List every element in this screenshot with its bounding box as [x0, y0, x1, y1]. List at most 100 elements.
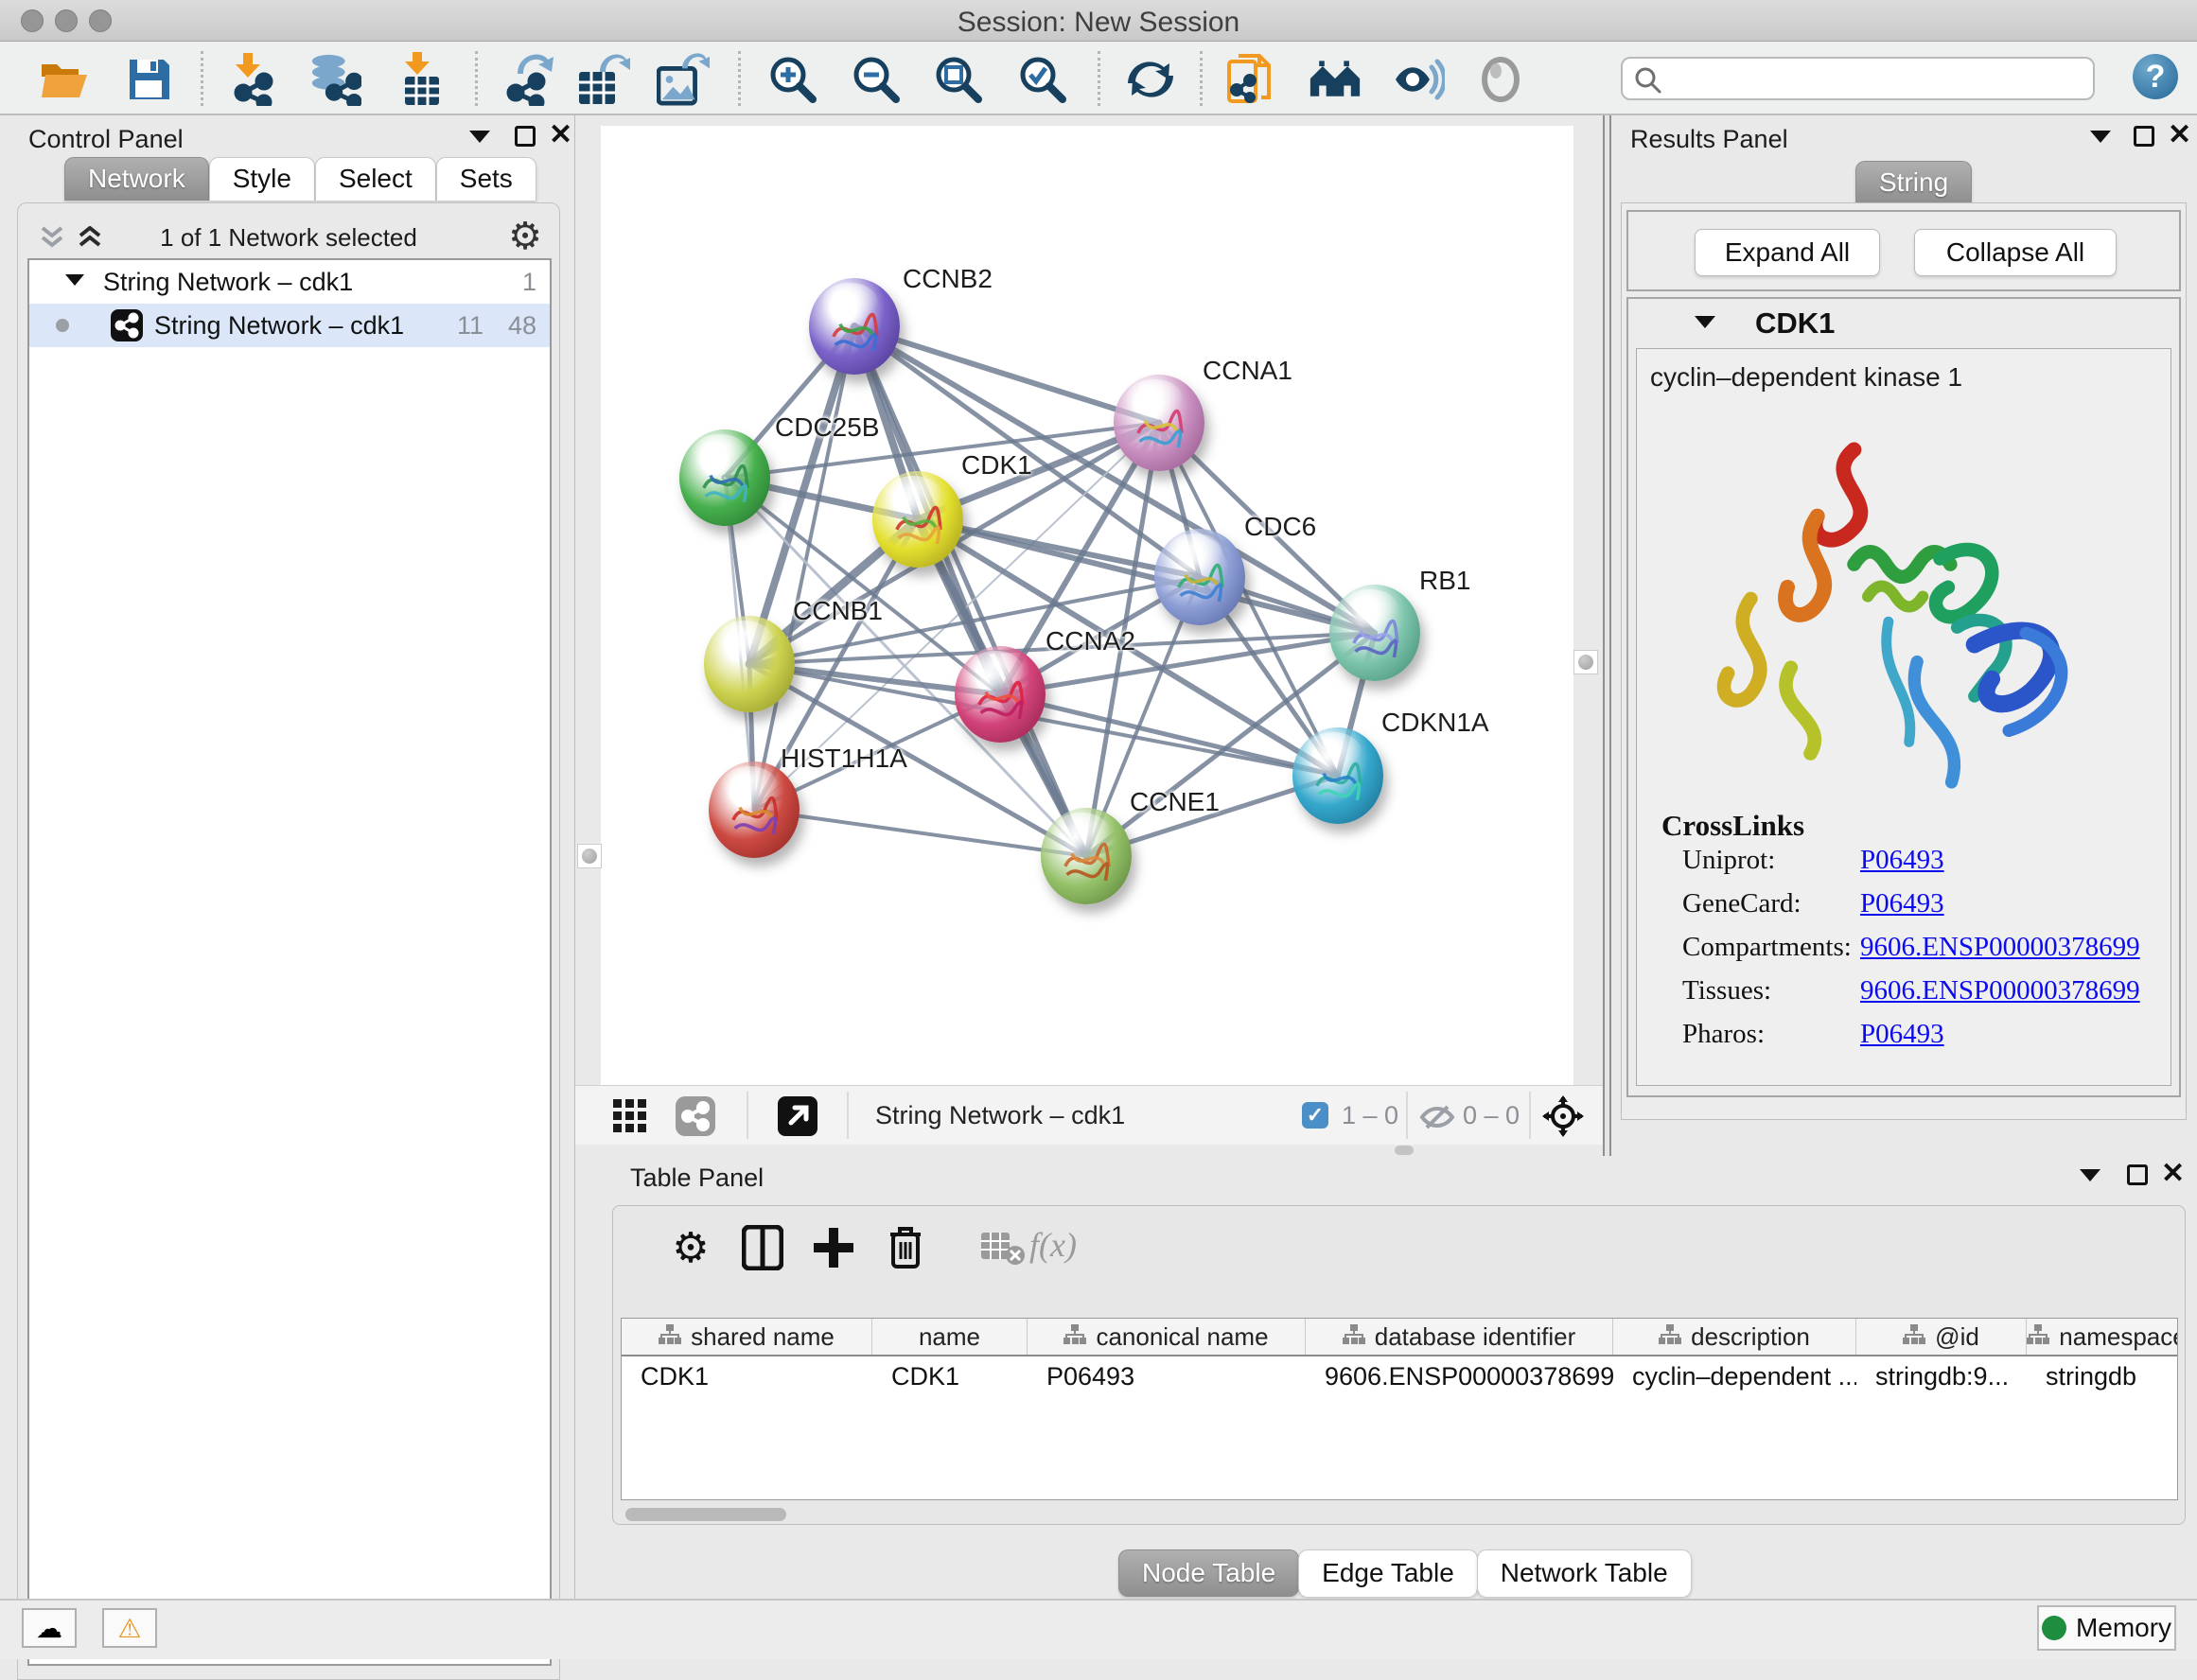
panel-float-icon[interactable] [2127, 1164, 2148, 1185]
column-header--id[interactable]: @id [1856, 1319, 2027, 1355]
node-label-CCNA1: CCNA1 [1203, 356, 1292, 386]
crosslink-link[interactable]: P06493 [1860, 1019, 1944, 1050]
node-RB1[interactable] [1329, 585, 1420, 681]
expand-all-button[interactable]: Expand All [1695, 229, 1880, 276]
tab-network-table[interactable]: Network Table [1477, 1549, 1692, 1597]
column-header-canonical-name[interactable]: canonical name [1028, 1319, 1306, 1355]
cell-description[interactable]: cyclin–dependent ... [1613, 1356, 1856, 1396]
selected-checkbox[interactable]: ✓ [1302, 1102, 1328, 1129]
panel-close-icon[interactable]: ✕ [549, 118, 572, 151]
node-CDC25B[interactable] [679, 429, 770, 526]
node-CDKN1A[interactable] [1292, 727, 1383, 824]
copy-share-icon[interactable] [1224, 53, 1277, 106]
warnings-button[interactable]: ⚠ [102, 1608, 157, 1648]
node-CDC6[interactable] [1154, 529, 1245, 625]
panel-collapse-icon[interactable] [2080, 1169, 2100, 1181]
node-CCNB2[interactable] [809, 278, 900, 375]
zoom-out-icon[interactable] [850, 53, 903, 106]
gear-icon[interactable]: ⚙ [508, 215, 542, 258]
column-header-description[interactable]: description [1613, 1319, 1856, 1355]
cloud-button[interactable]: ☁ [22, 1608, 77, 1648]
cell-name[interactable]: CDK1 [872, 1356, 1028, 1396]
hidden-eye-icon[interactable] [1419, 1103, 1455, 1131]
crosslink-link[interactable]: P06493 [1860, 888, 1944, 919]
crosslink-link[interactable]: 9606.ENSP00000378699 [1860, 932, 2140, 963]
edge-HIST1H1A-CCNE1[interactable] [754, 810, 1086, 856]
network-collection-row[interactable]: String Network – cdk1 1 [29, 260, 550, 304]
show-columns-icon[interactable] [738, 1223, 787, 1272]
grid-view-icon[interactable] [613, 1099, 647, 1133]
edge-CCNB2-CCNA1[interactable] [854, 326, 1159, 423]
import-network-icon[interactable] [229, 53, 282, 106]
results-panel-divider[interactable] [1603, 115, 1611, 1156]
node-HIST1H1A[interactable] [709, 761, 800, 858]
tab-string[interactable]: String [1855, 161, 1972, 204]
panel-float-icon[interactable] [515, 126, 536, 147]
tab-node-table[interactable]: Node Table [1118, 1549, 1299, 1597]
panel-collapse-icon[interactable] [469, 131, 490, 143]
export-table-icon[interactable] [577, 53, 630, 106]
help-button[interactable]: ? [2133, 54, 2178, 99]
cell-namespace[interactable]: stringdb [2027, 1356, 2178, 1396]
string-home-icon[interactable] [1309, 53, 1362, 106]
cell--id[interactable]: stringdb:9... [1856, 1356, 2027, 1396]
column-header-database-identifier[interactable]: database identifier [1306, 1319, 1613, 1355]
tab-network[interactable]: Network [64, 157, 209, 201]
export-image-icon[interactable] [657, 53, 710, 106]
left-splitter-handle[interactable] [577, 844, 602, 868]
refresh-icon[interactable] [1124, 53, 1177, 106]
tab-style[interactable]: Style [209, 157, 315, 201]
cell-canonical-name[interactable]: P06493 [1028, 1356, 1306, 1396]
import-table-icon[interactable] [395, 53, 448, 106]
network-row[interactable]: String Network – cdk1 11 48 [29, 304, 550, 347]
table-horizontal-scrollbar[interactable] [621, 1507, 2178, 1522]
tab-sets[interactable]: Sets [436, 157, 536, 201]
collapse-all-button[interactable]: Collapse All [1914, 229, 2117, 276]
zoom-in-icon[interactable] [766, 53, 819, 106]
crosslink-link[interactable]: P06493 [1860, 845, 1944, 876]
cell-database-identifier[interactable]: 9606.ENSP00000378699 [1306, 1356, 1613, 1396]
enrichment-eye-icon[interactable] [1392, 53, 1445, 106]
node-CDK1[interactable] [872, 471, 963, 568]
column-header-namespace[interactable]: namespace [2027, 1319, 2178, 1355]
node-CCNE1[interactable] [1041, 808, 1132, 904]
node-CCNA2[interactable] [955, 646, 1046, 743]
tab-edge-table[interactable]: Edge Table [1298, 1549, 1478, 1597]
panel-close-icon[interactable]: ✕ [2168, 118, 2191, 151]
gene-section-header[interactable]: CDK1 [1628, 299, 2179, 348]
open-in-window-icon[interactable] [778, 1096, 817, 1136]
panel-collapse-icon[interactable] [2090, 131, 2111, 143]
show-hide-icon[interactable] [1474, 53, 1527, 106]
column-header-shared-name[interactable]: shared name [622, 1319, 872, 1355]
network-canvas[interactable]: CCNB2CCNA1CDC25BCDK1CDC6RB1CCNB1CCNA2CDK… [601, 126, 1573, 1085]
tree-expand-icon[interactable] [65, 274, 84, 286]
section-collapse-icon[interactable] [1695, 316, 1715, 328]
import-network-from-database-icon[interactable] [308, 53, 361, 106]
zoom-selected-icon[interactable] [1016, 53, 1069, 106]
panel-close-icon[interactable]: ✕ [2161, 1157, 2185, 1190]
save-session-icon[interactable] [123, 53, 176, 106]
horizontal-splitter[interactable] [575, 1145, 1603, 1156]
tab-select[interactable]: Select [315, 157, 436, 201]
column-header-name[interactable]: name [872, 1319, 1028, 1355]
table-settings-gear-icon[interactable]: ⚙ [666, 1223, 715, 1272]
node-CCNA1[interactable] [1114, 375, 1204, 471]
panel-float-icon[interactable] [2134, 126, 2154, 147]
search-input[interactable] [1668, 61, 2084, 96]
memory-button[interactable]: Memory [2037, 1605, 2176, 1651]
open-session-icon[interactable] [38, 53, 91, 106]
crosslink-link[interactable]: 9606.ENSP00000378699 [1860, 975, 2140, 1006]
birds-eye-icon[interactable] [1542, 1095, 1584, 1137]
function-builder-icon[interactable]: f(x) [1029, 1225, 1077, 1265]
edge-CCNB2-CCNE1[interactable] [854, 326, 1086, 856]
cell-shared-name[interactable]: CDK1 [622, 1356, 872, 1396]
node-CCNB1[interactable] [704, 616, 795, 712]
share-view-icon[interactable] [676, 1096, 715, 1136]
delete-table-icon[interactable] [977, 1223, 1027, 1272]
table-row[interactable]: CDK1CDK1P064939606.ENSP00000378699cyclin… [622, 1356, 2177, 1396]
right-splitter-handle[interactable] [1573, 650, 1598, 674]
export-network-icon[interactable] [505, 53, 558, 106]
delete-column-icon[interactable] [881, 1223, 930, 1272]
add-column-icon[interactable] [809, 1223, 858, 1272]
zoom-fit-icon[interactable] [932, 53, 985, 106]
